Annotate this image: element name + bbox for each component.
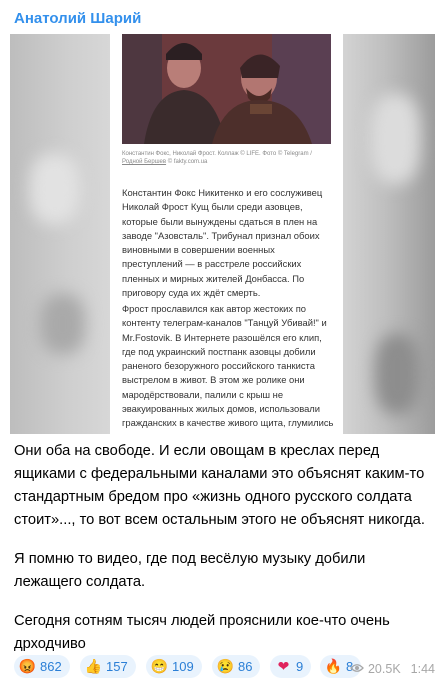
reaction-thumbs-up[interactable]: 👍 157 [80,655,136,678]
heart-icon: ❤ [277,658,290,674]
message-meta: 20.5K 1:44 [350,660,435,678]
article-paragraph-2: Фрост прославился как автор жестоких по … [122,303,334,434]
reaction-grinning[interactable]: 😁 109 [146,655,202,678]
caption-text: Константин Фокс, Николай Фрост. Коллаж ©… [122,151,312,157]
caption-source: © fakty.com.ua [167,159,208,165]
caption-link: Родной Бершев [122,159,167,165]
eye-icon [350,662,364,676]
grinning-face-icon: 😁 [150,658,169,674]
crying-face-icon: 😢 [216,658,235,674]
reaction-count: 109 [172,659,194,674]
reaction-heart[interactable]: ❤ 9 [270,655,312,678]
media-preview[interactable]: Константин Фокс, Николай Фрост. Коллаж ©… [10,34,435,434]
message-paragraph-2: Я помню то видео, где под весёлую музыку… [14,551,366,590]
article-screenshot: Константин Фокс, Николай Фрост. Коллаж ©… [110,34,343,434]
article-photo [122,34,331,144]
message-paragraph-3: Сегодня сотням тысяч людей прояснили кое… [14,613,390,652]
media-blur-right [335,34,435,434]
author-name[interactable]: Анатолий Шарий [14,10,141,32]
reaction-count: 157 [106,659,128,674]
media-blur-left [10,34,110,434]
reaction-count: 9 [296,659,304,674]
reaction-count: 86 [238,659,253,674]
view-count: 20.5K [367,662,401,676]
angry-face-icon: 😡 [18,658,37,674]
message-paragraph-1: Они оба на свободе. И если овощам в крес… [14,443,425,528]
message-text: Они оба на свободе. И если овощам в крес… [14,440,434,656]
reaction-crying[interactable]: 😢 86 [212,655,261,678]
reaction-count: 862 [40,659,62,674]
reaction-angry[interactable]: 😡 862 [14,655,70,678]
article-paragraph-1: Константин Фокс Никитенко и его сослужив… [122,187,323,299]
fire-icon: 🔥 [324,658,343,674]
message-bubble: Анатолий Шарий Константин Фокс, Николай … [0,0,445,691]
thumbs-up-icon: 👍 [84,658,103,674]
message-time: 1:44 [410,662,435,676]
photo-caption: Константин Фокс, Николай Фрост. Коллаж ©… [122,150,331,166]
